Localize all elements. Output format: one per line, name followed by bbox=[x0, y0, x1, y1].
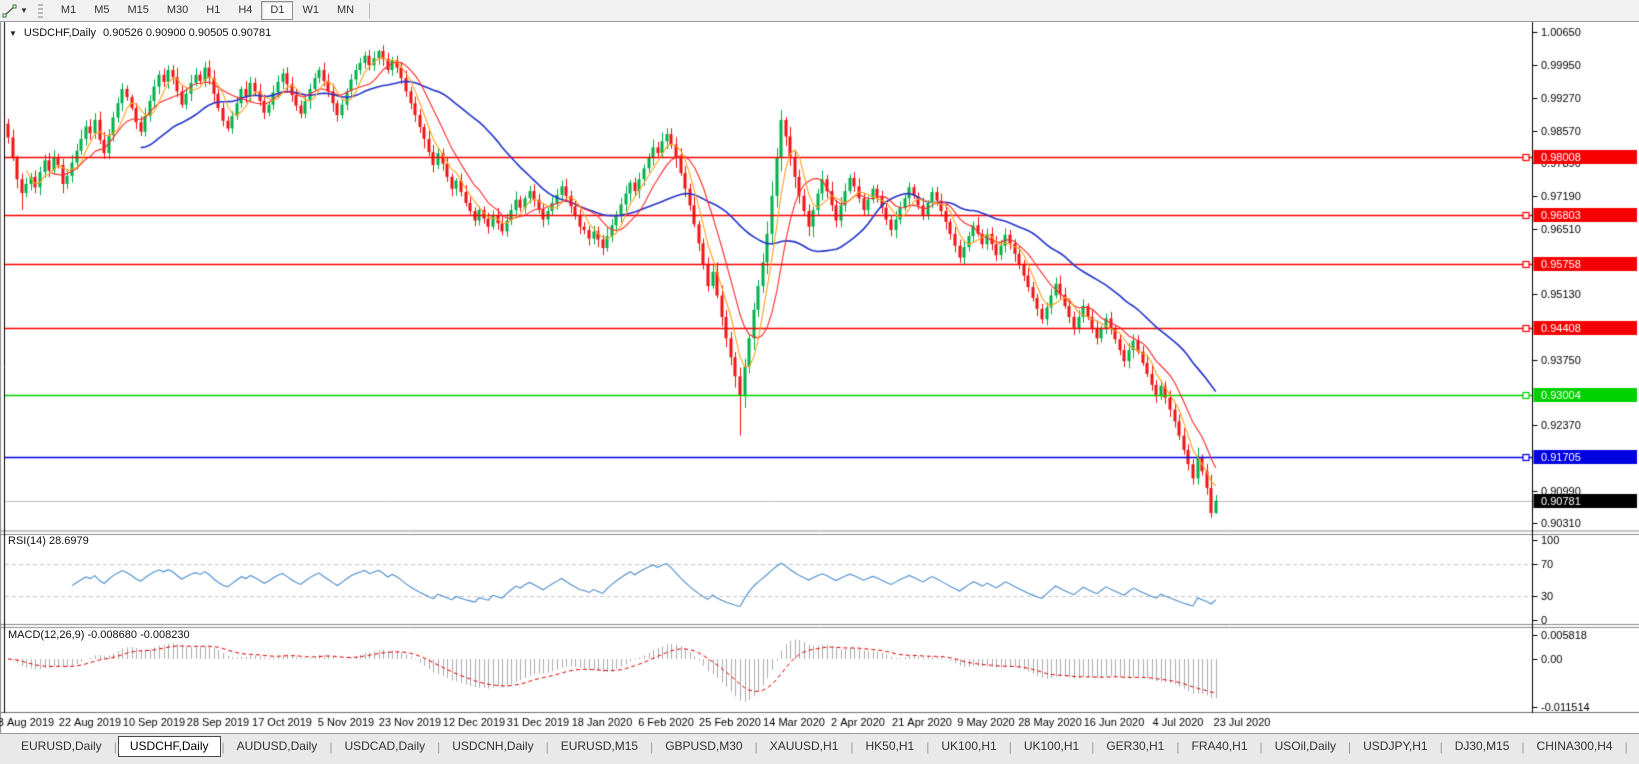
tab-usoil-daily[interactable]: USOil,Daily bbox=[1264, 737, 1347, 756]
tab-audusd-daily[interactable]: AUDUSD,Daily bbox=[226, 737, 329, 756]
tab-dj30-m15[interactable]: DJ30,M15 bbox=[1444, 737, 1521, 756]
chart-title: ▼ USDCHF,Daily 0.90526 0.90900 0.90505 0… bbox=[9, 27, 271, 39]
price-chart-canvas[interactable] bbox=[0, 0, 1639, 764]
macd-indicator-label: MACD(12,26,9) -0.008680 -0.008230 bbox=[8, 629, 190, 641]
tab-usdchf-daily[interactable]: USDCHF,Daily bbox=[118, 736, 221, 757]
tab-hk50-h1[interactable]: HK50,H1 bbox=[855, 737, 926, 756]
trading-terminal-window: ▼ M1M5M15M30H1H4D1W1MN ▼ USDCHF,Daily 0.… bbox=[0, 0, 1639, 764]
tab-eurusd-daily[interactable]: EURUSD,Daily bbox=[10, 737, 113, 756]
chart-tabs-bar: EURUSD,Daily|USDCHF,Daily|AUDUSD,Daily|U… bbox=[0, 733, 1639, 764]
timeframe-toolbar: ▼ M1M5M15M30H1H4D1W1MN bbox=[0, 0, 1639, 22]
tab-usoil-h4[interactable]: USOil,H4 bbox=[1629, 737, 1639, 756]
timeframe-button-m15[interactable]: M15 bbox=[118, 1, 157, 20]
tab-eurusd-m15[interactable]: EURUSD,M15 bbox=[550, 737, 649, 756]
tab-ger30-h1[interactable]: GER30,H1 bbox=[1095, 737, 1175, 756]
tab-china300-h4[interactable]: CHINA300,H4 bbox=[1526, 737, 1624, 756]
collapse-caret-icon[interactable]: ▼ bbox=[9, 29, 17, 38]
timeframe-button-h1[interactable]: H1 bbox=[197, 1, 229, 20]
rsi-indicator-label: RSI(14) 28.6979 bbox=[8, 535, 89, 547]
timeframe-button-mn[interactable]: MN bbox=[328, 1, 363, 20]
toolbar-separator bbox=[369, 3, 370, 19]
tab-usdcnh-daily[interactable]: USDCNH,Daily bbox=[441, 737, 544, 756]
tab-fra40-h1[interactable]: FRA40,H1 bbox=[1180, 737, 1258, 756]
tab-gbpusd-m30[interactable]: GBPUSD,M30 bbox=[654, 737, 753, 756]
timeframe-button-m5[interactable]: M5 bbox=[85, 1, 118, 20]
chart-ohlc-values: 0.90526 0.90900 0.90505 0.90781 bbox=[103, 27, 271, 39]
timeframe-button-m30[interactable]: M30 bbox=[158, 1, 197, 20]
chart-symbol-period: USDCHF,Daily bbox=[24, 27, 96, 39]
timeframe-button-d1[interactable]: D1 bbox=[261, 1, 293, 20]
tab-xauusd-h1[interactable]: XAUUSD,H1 bbox=[759, 737, 850, 756]
tool-dropdown-caret-icon[interactable]: ▼ bbox=[20, 6, 28, 15]
tab-usdjpy-h1[interactable]: USDJPY,H1 bbox=[1352, 737, 1438, 756]
timeframe-button-h4[interactable]: H4 bbox=[229, 1, 261, 20]
tab-usdcad-daily[interactable]: USDCAD,Daily bbox=[333, 737, 436, 756]
tab-uk100-h1[interactable]: UK100,H1 bbox=[1013, 737, 1090, 756]
tab-uk100-h1[interactable]: UK100,H1 bbox=[930, 737, 1007, 756]
toolbar-grip[interactable] bbox=[38, 4, 43, 18]
line-tool-icon[interactable] bbox=[2, 4, 18, 18]
timeframe-button-m1[interactable]: M1 bbox=[52, 1, 85, 20]
timeframe-button-w1[interactable]: W1 bbox=[293, 1, 328, 20]
